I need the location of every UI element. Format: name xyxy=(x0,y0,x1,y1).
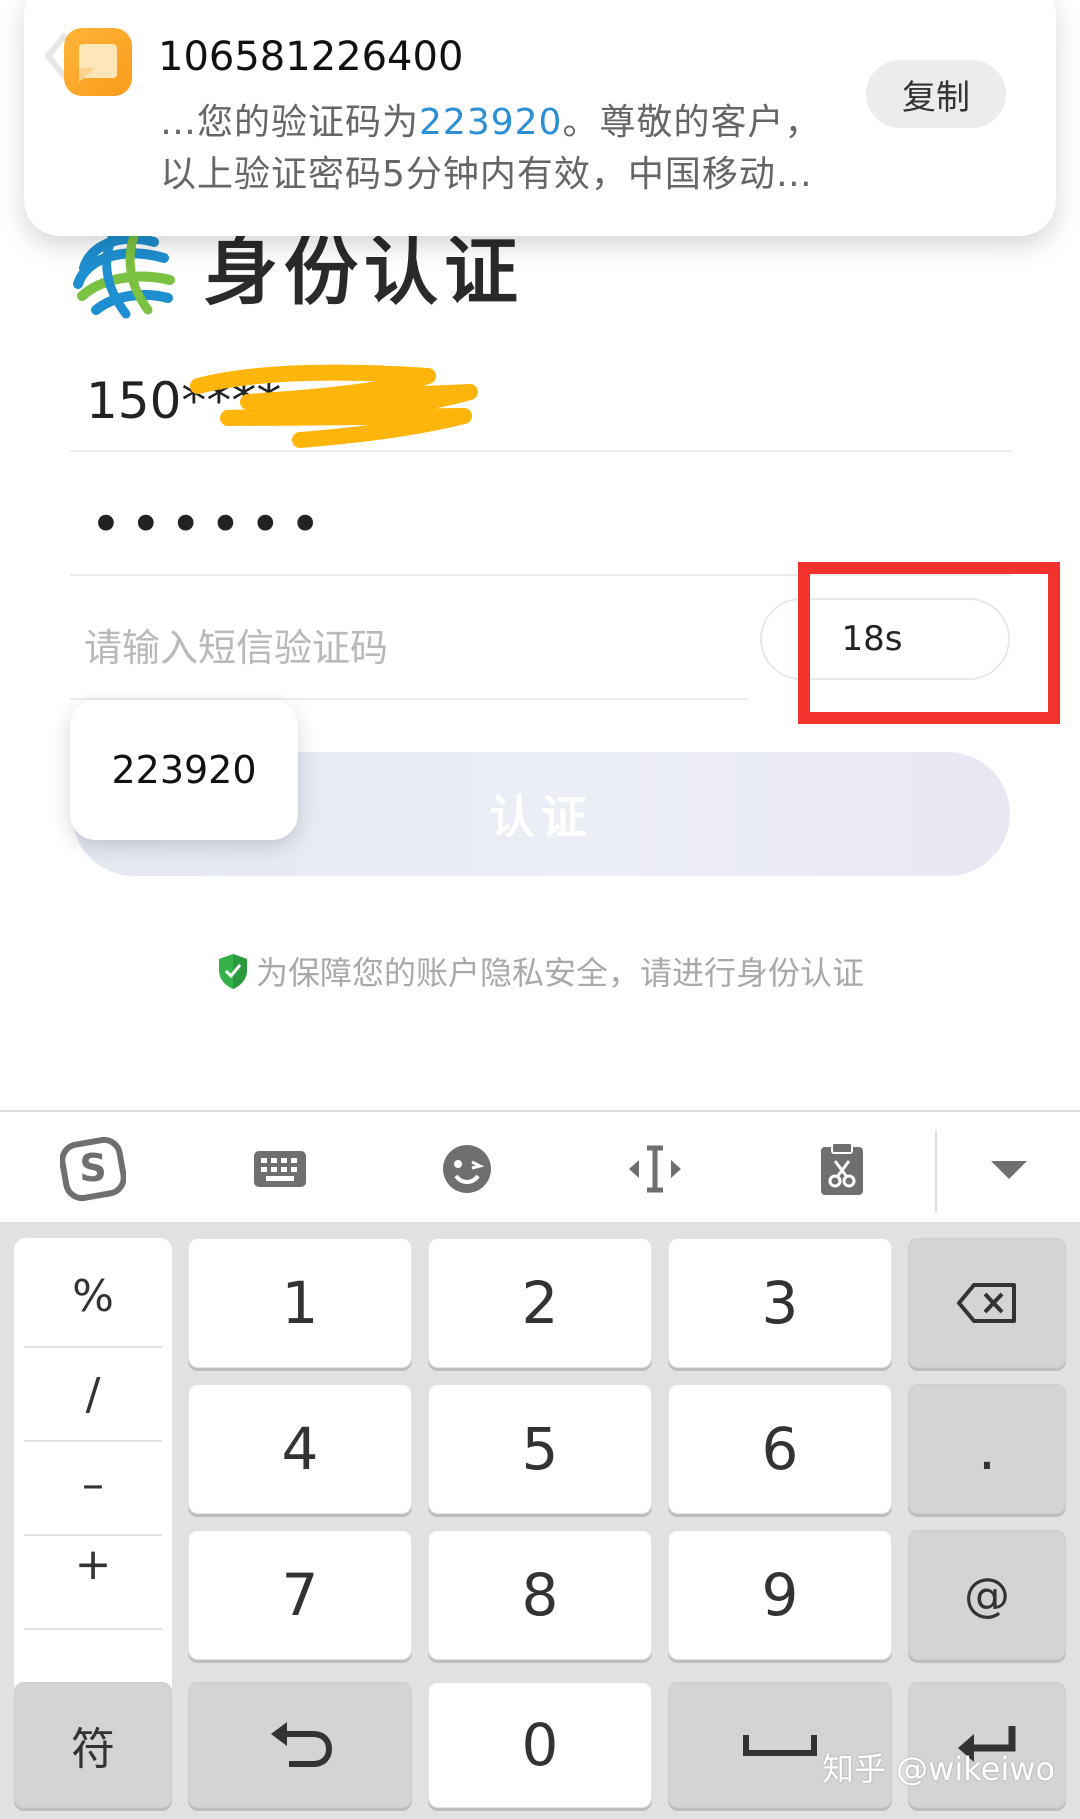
symbols-key[interactable]: 符 xyxy=(14,1682,172,1808)
sms-notification[interactable]: 106581226400 …您的验证码为223920。尊敬的客户， 以上验证密码… xyxy=(24,0,1056,236)
notification-line-2: 以上验证密码5分钟内有效，中国移动… xyxy=(160,154,813,195)
symbol-key-plus[interactable]: + xyxy=(24,1518,162,1610)
key-3[interactable]: 3 xyxy=(668,1238,892,1368)
sogou-logo-icon[interactable]: S xyxy=(58,1134,128,1204)
collapse-chevron-icon[interactable] xyxy=(974,1134,1044,1204)
messages-app-icon xyxy=(64,28,132,96)
zhihu-watermark: 知乎 @wikeiwo xyxy=(822,1750,1055,1788)
password-mask: •••••• xyxy=(90,493,330,556)
backspace-icon xyxy=(957,1283,1016,1323)
page-title: 身份认证 xyxy=(204,229,524,315)
backspace-key[interactable] xyxy=(908,1238,1066,1368)
notification-text-suffix: 。尊敬的客户， xyxy=(562,102,822,143)
undo-key[interactable] xyxy=(188,1682,412,1808)
numeric-keyboard: S % / – + 1 2 3 4 5 6 . 7 8 9 @ 符 0 xyxy=(0,1110,1080,1819)
dot-key[interactable]: . xyxy=(908,1384,1066,1514)
password-field[interactable]: •••••• xyxy=(70,470,1012,576)
sms-code-input[interactable] xyxy=(84,618,704,678)
space-bar-icon xyxy=(743,1735,817,1756)
notification-sender: 106581226400 xyxy=(158,34,464,80)
undo-arrow-icon xyxy=(271,1722,333,1767)
at-key[interactable]: @ xyxy=(908,1530,1066,1660)
sms-code-field[interactable] xyxy=(70,594,748,700)
emoji-icon[interactable] xyxy=(432,1134,502,1204)
redaction-scribble xyxy=(190,364,478,448)
phone-number-field[interactable]: 150**** xyxy=(70,350,1012,452)
notification-code: 223920 xyxy=(419,102,563,143)
key-2[interactable]: 2 xyxy=(428,1238,652,1368)
toolbar-divider xyxy=(935,1130,937,1212)
key-0[interactable]: 0 xyxy=(428,1682,652,1808)
carrier-logo xyxy=(72,228,176,320)
key-4[interactable]: 4 xyxy=(188,1384,412,1514)
keyboard-toolbar: S xyxy=(0,1110,1080,1222)
symbol-key-minus[interactable]: – xyxy=(24,1438,162,1530)
copy-code-button[interactable]: 复制 xyxy=(866,60,1006,128)
key-1[interactable]: 1 xyxy=(188,1238,412,1368)
key-6[interactable]: 6 xyxy=(668,1384,892,1514)
key-7[interactable]: 7 xyxy=(188,1530,412,1660)
key-8[interactable]: 8 xyxy=(428,1530,652,1660)
symbol-divider xyxy=(24,1628,162,1630)
symbol-key-percent[interactable]: % xyxy=(24,1250,162,1342)
security-note: 为保障您的账户隐私安全，请进行身份认证 xyxy=(0,948,1080,994)
keyboard-icon[interactable] xyxy=(245,1134,315,1204)
code-autofill-suggestion[interactable]: 223920 xyxy=(70,700,298,840)
security-note-text: 为保障您的账户隐私安全，请进行身份认证 xyxy=(255,954,864,992)
symbol-key-slash[interactable]: / xyxy=(24,1348,162,1440)
svg-text:S: S xyxy=(79,1146,106,1190)
red-highlight-box xyxy=(798,562,1060,724)
key-5[interactable]: 5 xyxy=(428,1384,652,1514)
key-9[interactable]: 9 xyxy=(668,1530,892,1660)
clipboard-icon[interactable] xyxy=(807,1134,877,1204)
cursor-move-icon[interactable] xyxy=(620,1134,690,1204)
notification-line-1: …您的验证码为223920。尊敬的客户， xyxy=(160,98,821,148)
shield-check-icon xyxy=(218,954,247,989)
notification-text-prefix: …您的验证码为 xyxy=(160,102,420,143)
